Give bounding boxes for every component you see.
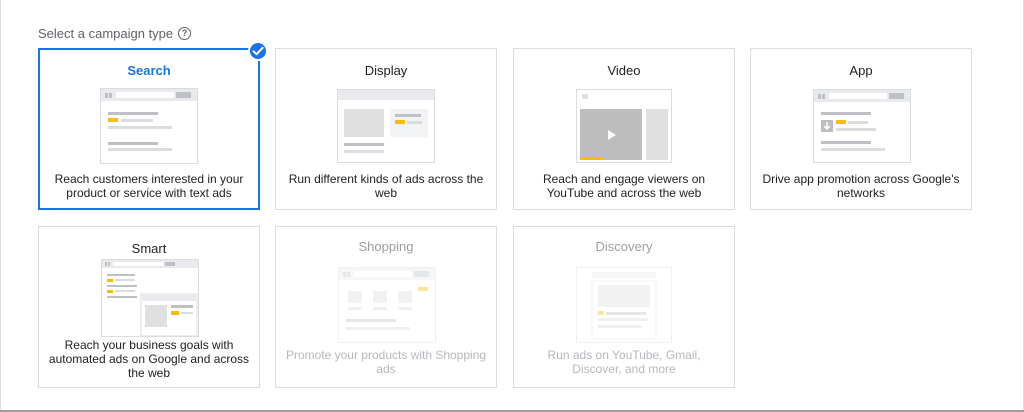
card-description: Drive app promotion across Google's netw…	[762, 172, 960, 200]
card-title: Search	[127, 63, 171, 78]
discovery-ad-illustration-icon	[576, 267, 672, 343]
campaign-card-app[interactable]: App Drive app promotion across Google's …	[750, 48, 972, 210]
campaign-card-search[interactable]: Search Reach customers interested in you…	[38, 48, 260, 210]
card-title: Video	[607, 63, 641, 78]
campaign-card-discovery: Discovery Run ads on YouTube, Gmail, Dis…	[513, 226, 735, 388]
card-description: Run ads on YouTube, Gmail, Discover, and…	[547, 348, 701, 376]
campaign-card-video[interactable]: Video Reach and engage viewers on YouTub…	[513, 48, 735, 210]
shopping-ad-illustration-icon	[338, 267, 436, 343]
card-description: Reach customers interested in your produ…	[54, 172, 244, 200]
card-description: Reach and engage viewers on YouTube and …	[542, 172, 706, 200]
campaign-card-smart[interactable]: Smart Reach your business goals with aut…	[38, 226, 260, 388]
smart-ad-illustration-icon	[101, 259, 199, 337]
campaign-card-shopping: Shopping Promote your products with Shop…	[275, 226, 497, 388]
card-description: Promote your products with Shopping ads	[285, 348, 487, 376]
card-title: App	[849, 63, 873, 78]
frame-left-border	[0, 0, 1, 412]
heading-text: Select a campaign type	[38, 26, 174, 41]
campaign-type-heading: Select a campaign type ?	[38, 26, 192, 41]
card-title: Shopping	[358, 239, 414, 254]
card-title: Discovery	[595, 239, 653, 254]
help-circle-icon[interactable]: ?	[178, 27, 192, 40]
app-ad-illustration-icon	[813, 89, 911, 163]
selected-check-icon	[248, 41, 268, 61]
display-ad-illustration-icon	[337, 89, 435, 163]
card-description: Reach your business goals with automated…	[48, 338, 250, 380]
search-ad-illustration-icon	[100, 88, 198, 164]
card-description: Run different kinds of ads across the we…	[288, 172, 484, 200]
card-title: Smart	[131, 241, 167, 256]
video-ad-illustration-icon	[576, 89, 672, 163]
card-title: Display	[364, 63, 408, 78]
campaign-card-display[interactable]: Display Run different kinds of ads acros…	[275, 48, 497, 210]
